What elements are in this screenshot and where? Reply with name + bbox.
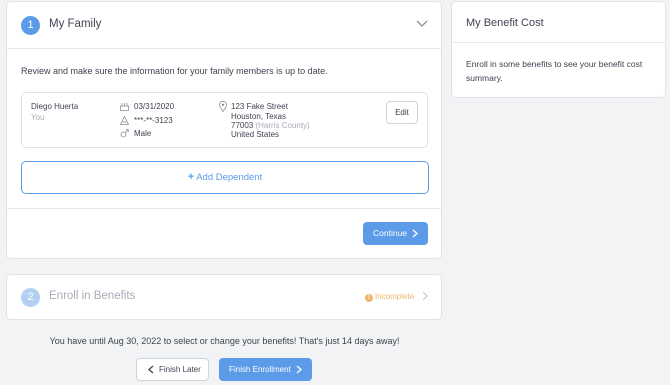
continue-label: Continue bbox=[373, 228, 408, 238]
chevron-down-icon[interactable] bbox=[415, 19, 429, 29]
family-member-card: Diego Huerta You 03/31/2020 ***-**-3123 … bbox=[21, 92, 428, 148]
warning-icon: ! bbox=[365, 294, 373, 302]
member-gender: Male bbox=[134, 129, 152, 138]
member-name: Diego Huerta bbox=[31, 102, 79, 111]
continue-button[interactable]: Continue bbox=[363, 222, 428, 245]
location-pin-icon bbox=[219, 101, 227, 112]
status-text: Incomplete bbox=[375, 292, 415, 301]
finish-later-button[interactable]: Finish Later bbox=[136, 358, 209, 381]
enroll-in-benefits-card[interactable]: 2 Enroll in Benefits ! Incomplete bbox=[6, 274, 442, 320]
my-family-header[interactable]: 1 My Family bbox=[7, 2, 441, 49]
birthday-cake-icon bbox=[120, 103, 129, 111]
step-title: My Family bbox=[49, 18, 102, 30]
status-badge: ! Incomplete bbox=[365, 292, 414, 302]
divider bbox=[7, 208, 441, 209]
deadline-message: You have until Aug 30, 2022 to select or… bbox=[49, 336, 400, 346]
chevron-right-icon bbox=[412, 229, 418, 238]
address-line2: Houston, Texas bbox=[231, 112, 286, 121]
address-zip-line: 77003 (Harris County) bbox=[231, 121, 310, 130]
member-dob: 03/31/2020 bbox=[134, 102, 175, 111]
finish-later-label: Finish Later bbox=[159, 365, 201, 374]
gender-icon bbox=[120, 129, 129, 138]
chevron-right-icon bbox=[296, 365, 302, 374]
step-number-badge: 2 bbox=[21, 288, 40, 307]
address-county: (Harris County) bbox=[255, 121, 310, 130]
family-intro-text: Review and make sure the information for… bbox=[21, 66, 328, 76]
finish-enrollment-label: Finish Enrollment bbox=[229, 365, 291, 374]
edit-member-button[interactable]: Edit bbox=[386, 101, 418, 124]
chevron-left-icon bbox=[148, 365, 154, 374]
address-zip: 77003 bbox=[231, 121, 254, 130]
address-country: United States bbox=[231, 130, 280, 139]
step-title: Enroll in Benefits bbox=[49, 290, 136, 302]
step-number-badge: 1 bbox=[21, 16, 40, 35]
my-family-card: 1 My Family Review and make sure the inf… bbox=[6, 1, 442, 259]
address-line1: 123 Fake Street bbox=[231, 102, 288, 111]
divider bbox=[452, 42, 665, 43]
add-dependent-label: Add Dependent bbox=[196, 172, 263, 183]
finish-enrollment-button[interactable]: Finish Enrollment bbox=[219, 358, 312, 381]
add-dependent-button[interactable]: + Add Dependent bbox=[21, 161, 429, 194]
id-card-icon bbox=[120, 116, 129, 125]
member-relation: You bbox=[31, 113, 45, 122]
member-ssn: ***-**-3123 bbox=[134, 116, 173, 125]
benefit-cost-text: Enroll in some benefits to see your bene… bbox=[466, 59, 643, 83]
chevron-right-icon bbox=[422, 291, 428, 301]
benefit-cost-card: My Benefit Cost Enroll in some benefits … bbox=[451, 1, 666, 98]
benefit-cost-title: My Benefit Cost bbox=[466, 17, 544, 29]
plus-icon: + bbox=[187, 171, 195, 183]
